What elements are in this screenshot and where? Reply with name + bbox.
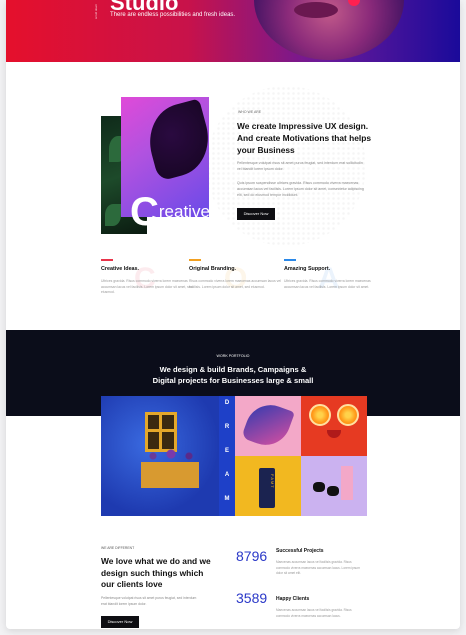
stats-section: WE ARE DIFFERENT We love what we do and … xyxy=(6,516,460,629)
sunglasses-lens-image xyxy=(327,486,339,496)
portfolio-grid: D R E A M F A M T xyxy=(101,396,367,516)
portfolio-title: We design & build Brands, Campaigns & Di… xyxy=(6,364,460,386)
about-paragraph-2: Quis ipsum suspendisse ultrices gravida.… xyxy=(237,181,364,197)
stat-text-clients: Maecenas accumsan lacus vel facilisis gr… xyxy=(276,608,352,618)
dream-letter: A xyxy=(224,472,230,478)
feature-title: Amazing Support. xyxy=(284,266,331,272)
feature-accent-bar xyxy=(189,259,201,261)
stat-number-clients: 3589 xyxy=(236,590,268,606)
feature-original-branding: Original Branding. Risus commodo viverra… xyxy=(189,259,285,290)
flower-box-image xyxy=(141,462,199,488)
scroll-label: scroll down xyxy=(94,4,98,20)
stat-number-projects: 8796 xyxy=(236,548,268,564)
stat-title-clients: Happy Clients xyxy=(276,596,310,602)
creative-rest: reative. xyxy=(158,202,215,221)
portfolio-tag: WORK PORTFOLIO xyxy=(216,354,250,358)
hero-section: scroll down Studio There are endless pos… xyxy=(6,0,460,62)
hero-lips-detail xyxy=(294,2,338,18)
feature-text: Ultrices gravida. Risus commodo viverra … xyxy=(284,279,371,289)
stats-discover-button[interactable]: Discover Now xyxy=(101,616,139,628)
feature-title: Creative Ideas. xyxy=(101,266,140,272)
feature-text: Ultrices gravida. Risus commodo viverra … xyxy=(101,279,193,294)
stats-title: We love what we do and we design such th… xyxy=(101,556,211,589)
leaf-image xyxy=(241,398,295,452)
dream-vertical-strip: D R E A M xyxy=(219,396,235,516)
feature-accent-bar xyxy=(284,259,296,261)
leaf-shape xyxy=(140,98,209,182)
dream-letter: R xyxy=(224,424,230,430)
feature-amazing-support: Amazing Support. Ultrices gravida. Risus… xyxy=(284,259,380,290)
creative-word: Creative. xyxy=(130,190,215,235)
orange-slice-image xyxy=(309,404,331,426)
feature-text: Risus commodo viverra lorem maecenas acc… xyxy=(189,279,281,289)
stat-text-projects: Maecenas accumsan lacus vel facilisis gr… xyxy=(276,560,360,575)
sunglasses-lens-image xyxy=(313,482,325,492)
stats-paragraph: Pellentesque volutpat risus sit amet pur… xyxy=(101,596,197,606)
portfolio-item-blue-wall[interactable] xyxy=(101,396,219,516)
stats-tag: WE ARE DIFFERENT xyxy=(101,546,135,550)
dream-letter: E xyxy=(224,448,229,454)
stat-title-projects: Successful Projects xyxy=(276,548,324,554)
portfolio-item-leaf[interactable] xyxy=(235,396,301,456)
portfolio-item-can[interactable]: F A M T xyxy=(235,456,301,516)
about-tag: WHO WE ARE xyxy=(238,110,262,114)
about-section: Creative. WHO WE ARE We create Impressiv… xyxy=(6,62,460,330)
about-discover-button[interactable]: Discover Now xyxy=(237,208,275,220)
orange-slice-image xyxy=(337,404,359,426)
pink-block-image xyxy=(341,466,353,500)
portfolio-title-line-2: Digital projects for Businesses large & … xyxy=(152,376,314,385)
feature-accent-bar xyxy=(101,259,113,261)
feature-creative-ideas: Creative Ideas. Ultrices gravida. Risus … xyxy=(101,259,197,296)
portfolio-title-line-1: We design & build Brands, Campaigns & xyxy=(159,365,307,374)
about-paragraph-1: Pellentesque volutpat risus sit amet pur… xyxy=(237,161,363,171)
feature-title: Original Branding. xyxy=(189,266,237,272)
about-title: We create Impressive UX design. And crea… xyxy=(237,121,372,155)
smile-image xyxy=(327,430,341,438)
dream-letter: M xyxy=(224,496,230,502)
hero-subtitle: There are endless possibilities and fres… xyxy=(110,12,236,18)
portfolio-item-oranges[interactable] xyxy=(301,396,367,456)
can-label: F A M T xyxy=(270,474,275,488)
dream-letter: D xyxy=(224,400,230,406)
page-frame: scroll down Studio There are endless pos… xyxy=(6,0,460,629)
creative-initial: C xyxy=(130,190,159,234)
portfolio-item-sunglasses[interactable] xyxy=(301,456,367,516)
can-image: F A M T xyxy=(259,468,275,508)
